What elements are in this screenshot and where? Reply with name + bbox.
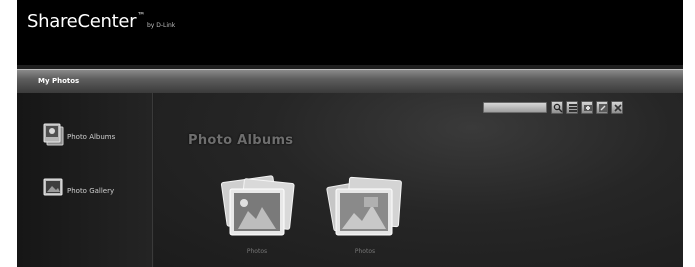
album-caption: Photos: [354, 248, 376, 255]
main-content: Photo Albums Photos Photos: [154, 93, 683, 267]
app-title: My Photos: [38, 77, 80, 85]
brand-subtitle: by D-Link: [146, 22, 176, 29]
sidebar: Photo Albums Photo Gallery: [17, 93, 153, 267]
search-input[interactable]: [483, 102, 547, 113]
search-button[interactable]: [551, 101, 563, 114]
delete-button[interactable]: [611, 101, 623, 114]
add-album-button[interactable]: [581, 101, 593, 114]
brand-logo: ShareCenter™by D-Link: [27, 11, 175, 32]
album-caption: Photos: [246, 248, 268, 255]
sidebar-item-photo-gallery[interactable]: Photo Gallery: [43, 177, 151, 205]
brand-name: ShareCenter: [27, 11, 137, 32]
album-item[interactable]: Photos: [216, 171, 298, 255]
section-title: Photo Albums: [188, 133, 294, 148]
sidebar-item-label: Photo Albums: [67, 133, 116, 141]
album-stack-icon: [324, 176, 406, 249]
edit-button[interactable]: [596, 101, 608, 114]
app-title-bar: My Photos: [17, 69, 683, 93]
list-view-button[interactable]: [566, 101, 578, 114]
sidebar-item-photo-albums[interactable]: Photo Albums: [43, 123, 151, 151]
app-window: My Photos Photo Albums Photo Gallery Pho…: [17, 65, 683, 267]
album-stack-icon: [216, 175, 298, 249]
sidebar-item-label: Photo Gallery: [67, 187, 115, 195]
app-header: ShareCenter™by D-Link: [17, 0, 683, 65]
brand-trademark: ™: [137, 11, 145, 20]
album-item[interactable]: Photos: [324, 171, 406, 255]
